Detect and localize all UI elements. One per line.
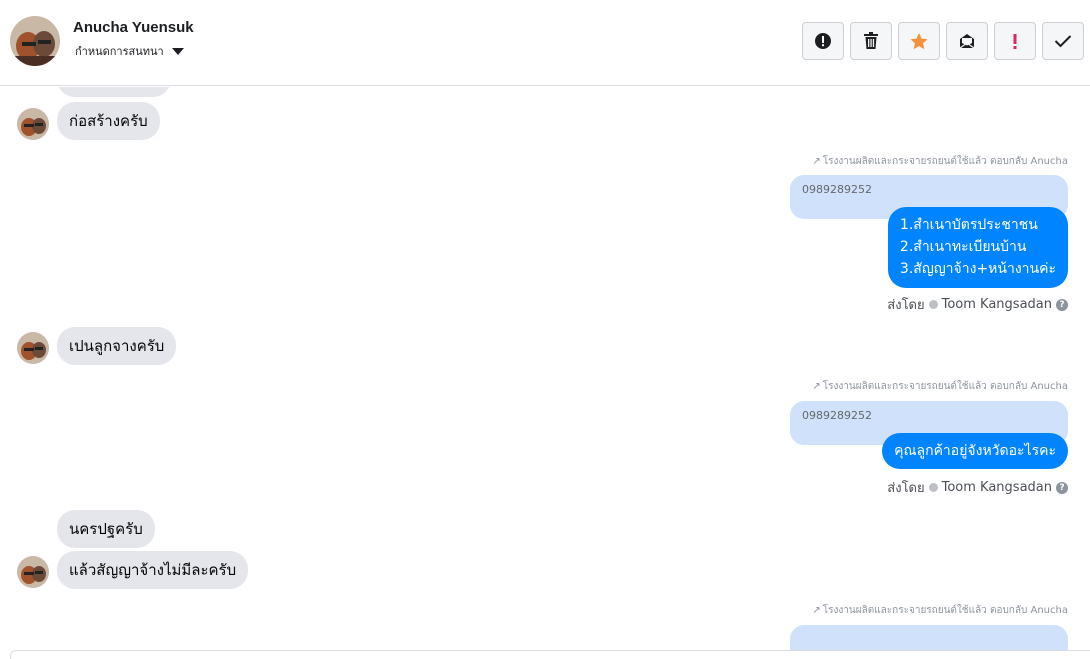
mark-spam-button[interactable] xyxy=(802,22,844,60)
reply-arrow-icon: ↗ xyxy=(812,381,821,392)
reply-context-text: โรงงานผลิตและกระจายรถยนต์ใช้แล้ว ตอบกลับ… xyxy=(822,381,1068,392)
help-icon[interactable]: ? xyxy=(1056,298,1068,311)
mark-important-button[interactable] xyxy=(994,22,1036,60)
reply-context-text: โรงงานผลิตและกระจายรถยนต์ใช้แล้ว ตอบกลับ… xyxy=(822,156,1068,167)
contact-avatar-small xyxy=(17,332,49,364)
assign-conversation-dropdown[interactable]: กำหนดการสนทนา xyxy=(75,42,184,60)
outgoing-message-line: 1.สำเนาบัตรประชาชน xyxy=(899,217,1038,233)
message-thread[interactable]: ก่อสร้างครับ ↗ โรงงานผลิตและกระจายรถยนต์… xyxy=(0,87,1090,650)
reply-context: ↗ โรงงานผลิตและกระจายรถยนต์ใช้แล้ว ตอบกล… xyxy=(812,379,1068,394)
reply-context-text: โรงงานผลิตและกระจายรถยนต์ใช้แล้ว ตอบกลับ… xyxy=(822,605,1068,616)
incoming-message[interactable]: ก่อสร้างครับ xyxy=(57,102,160,140)
star-icon xyxy=(910,32,928,49)
agent-name[interactable]: Toom Kangsadan xyxy=(942,297,1052,312)
quoted-message-partial[interactable] xyxy=(790,625,1068,650)
alert-circle-icon xyxy=(815,33,831,49)
sent-by-label: ส่งโดย xyxy=(887,481,925,496)
caret-down-icon xyxy=(171,47,184,55)
check-icon xyxy=(1054,35,1072,48)
incoming-message-partial xyxy=(57,87,171,97)
incoming-message[interactable]: แล้วสัญญาจ้างไม่มีละครับ xyxy=(57,551,249,589)
help-icon[interactable]: ? xyxy=(1056,481,1068,494)
reply-arrow-icon: ↗ xyxy=(812,156,821,167)
outgoing-message[interactable]: คุณลูกค้าอยู่จังหวัดอะไรคะ xyxy=(882,433,1068,469)
incoming-message[interactable]: เปนลูกจางครับ xyxy=(57,327,177,365)
conversation-header: Anucha Yuensuk กำหนดการสนทนา xyxy=(0,0,1090,86)
contact-name[interactable]: Anucha Yuensuk xyxy=(73,19,194,36)
assign-conversation-label: กำหนดการสนทนา xyxy=(75,45,164,58)
contact-avatar-small xyxy=(17,108,49,140)
sent-by-info: ส่งโดย Toom Kangsadan ? xyxy=(887,477,1068,498)
contact-avatar[interactable] xyxy=(10,16,60,66)
agent-name[interactable]: Toom Kangsadan xyxy=(942,480,1052,495)
delete-button[interactable] xyxy=(850,22,892,60)
outgoing-message-line: 2.สำเนาทะเบียนบ้าน xyxy=(899,239,1027,255)
exclamation-icon xyxy=(1013,34,1017,49)
contact-avatar-small xyxy=(17,556,49,588)
incoming-message[interactable]: นครปฐครับ xyxy=(57,510,155,548)
verified-dot-icon xyxy=(928,300,938,309)
reply-arrow-icon: ↗ xyxy=(812,605,821,616)
message-composer[interactable] xyxy=(10,650,1090,659)
conversation-toolbar xyxy=(802,22,1084,60)
outgoing-message-line: 3.สัญญาจ้าง+หน้างานค่ะ xyxy=(899,261,1056,277)
mark-unread-button[interactable] xyxy=(946,22,988,60)
star-button[interactable] xyxy=(898,22,940,60)
mark-done-button[interactable] xyxy=(1042,22,1084,60)
sent-by-info: ส่งโดย Toom Kangsadan ? xyxy=(887,294,1068,315)
trash-icon xyxy=(864,32,878,49)
verified-dot-icon xyxy=(928,483,938,492)
envelope-icon xyxy=(959,34,975,49)
reply-context: ↗ โรงงานผลิตและกระจายรถยนต์ใช้แล้ว ตอบกล… xyxy=(812,154,1068,169)
outgoing-message[interactable]: 1.สำเนาบัตรประชาชน 2.สำเนาทะเบียนบ้าน 3.… xyxy=(887,207,1068,288)
reply-context: ↗ โรงงานผลิตและกระจายรถยนต์ใช้แล้ว ตอบกล… xyxy=(812,603,1068,618)
sent-by-label: ส่งโดย xyxy=(887,298,925,313)
